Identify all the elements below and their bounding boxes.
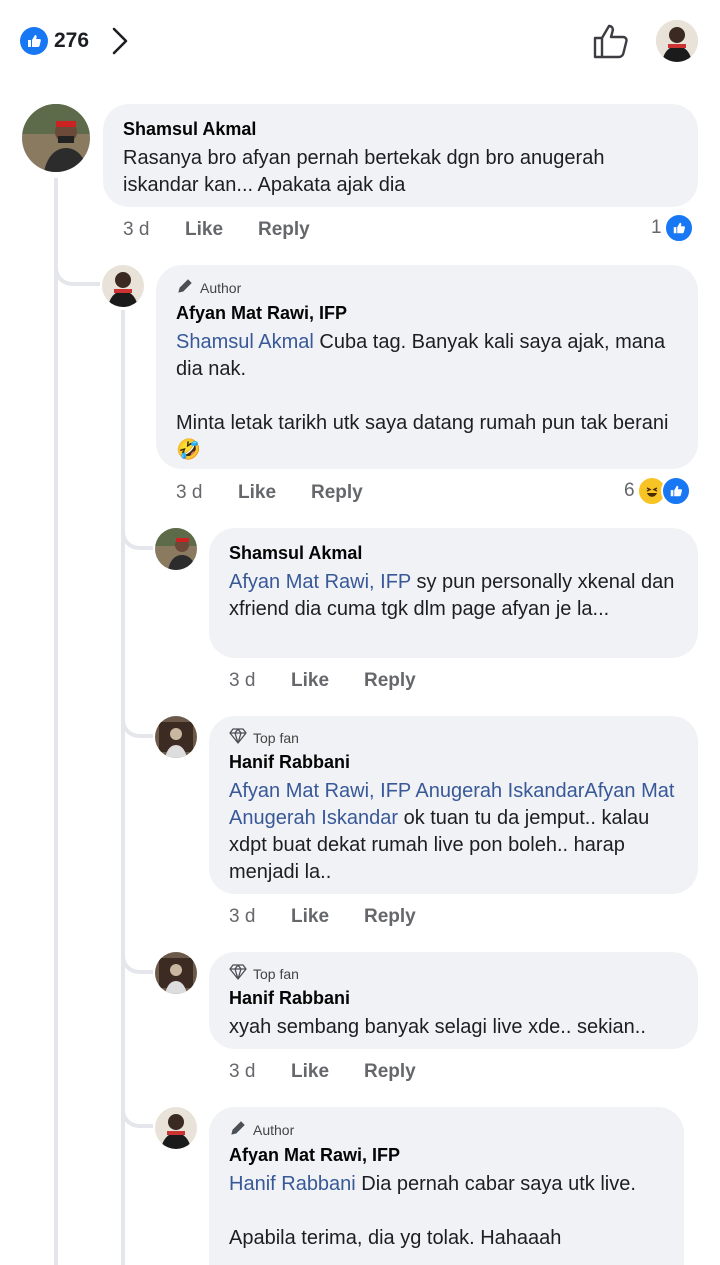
pencil-icon [229, 1119, 247, 1141]
badge-label: Author [200, 280, 242, 296]
chevron-right-icon[interactable] [110, 26, 130, 61]
reply-button[interactable]: Reply [311, 482, 363, 504]
comment-actions: 3 d Like Reply [123, 219, 310, 241]
user-avatar[interactable] [656, 20, 698, 62]
comment-bubble: Top fan Hanif Rabbani xyah sembang banya… [209, 952, 698, 1049]
comment-reactions[interactable]: 6 [624, 476, 691, 506]
commenter-name[interactable]: Hanif Rabbani [229, 751, 678, 773]
badge-label: Top fan [253, 966, 299, 982]
comment-actions: 3 d Like Reply [229, 670, 416, 692]
commenter-avatar[interactable] [155, 1107, 197, 1149]
thumbs-up-icon[interactable] [592, 22, 630, 65]
comment-bubble: Author Afyan Mat Rawi, IFP Hanif Rabbani… [209, 1107, 684, 1265]
badge-label: Author [253, 1122, 295, 1138]
tagged-user[interactable]: Shamsul Akmal [176, 331, 314, 353]
like-button[interactable]: Like [291, 906, 364, 928]
pencil-icon [176, 277, 194, 299]
comment-actions: 3 d Like Reply [229, 1061, 416, 1083]
reactions-header: 276 [0, 0, 720, 84]
commenter-avatar[interactable] [155, 716, 197, 758]
like-button[interactable]: Like [238, 482, 311, 504]
comment-time[interactable]: 3 d [123, 219, 185, 241]
comment-bubble: Shamsul Akmal Afyan Mat Rawi, IFP sy pun… [209, 528, 698, 658]
author-badge: Author [176, 277, 678, 299]
reply-button[interactable]: Reply [364, 670, 416, 692]
thread-line [54, 178, 58, 1265]
commenter-name[interactable]: Hanif Rabbani [229, 987, 678, 1009]
tagged-user[interactable]: Afyan Mat Rawi, IFP [229, 571, 411, 593]
badge-label: Top fan [253, 730, 299, 746]
comment-time[interactable]: 3 d [176, 482, 238, 504]
comment-text: Shamsul Akmal Cuba tag. Banyak kali saya… [176, 331, 669, 461]
thread-branch [54, 250, 100, 286]
reaction-count[interactable]: 276 [54, 29, 89, 53]
top-fan-badge: Top fan [229, 964, 678, 984]
top-fan-badge: Top fan [229, 728, 678, 748]
thread-branch [121, 700, 153, 738]
comment-text: Hanif Rabbani Dia pernah cabar saya utk … [229, 1173, 636, 1249]
comment-text: Afyan Mat Rawi, IFP Anugerah IskandarAfy… [229, 780, 679, 883]
commenter-name[interactable]: Afyan Mat Rawi, IFP [176, 302, 678, 324]
comment-text: xyah sembang banyak selagi live xde.. se… [229, 1016, 646, 1038]
like-reaction-icon [20, 27, 48, 55]
comment-bubble: Author Afyan Mat Rawi, IFP Shamsul Akmal… [156, 265, 698, 469]
reply-button[interactable]: Reply [258, 219, 310, 241]
comment-time[interactable]: 3 d [229, 1061, 291, 1083]
rofl-emoji-icon: 🤣 [176, 439, 201, 461]
thread-branch [121, 512, 153, 550]
comment-reactions[interactable]: 1 [651, 213, 694, 243]
reaction-count: 1 [651, 217, 662, 238]
like-button[interactable]: Like [291, 1061, 364, 1083]
comment-actions: 3 d Like Reply [229, 906, 416, 928]
tagged-user[interactable]: Hanif Rabbani [229, 1173, 356, 1195]
reaction-count: 6 [624, 480, 635, 501]
thread-branch [121, 936, 153, 974]
comment-bubble: Shamsul Akmal Rasanya bro afyan pernah b… [103, 104, 698, 207]
commenter-avatar[interactable] [102, 265, 144, 307]
comment-text: Afyan Mat Rawi, IFP sy pun personally xk… [229, 571, 680, 620]
comment-actions: 3 d Like Reply [176, 482, 363, 504]
reply-button[interactable]: Reply [364, 1061, 416, 1083]
reply-button[interactable]: Reply [364, 906, 416, 928]
thread-branch [121, 1090, 153, 1128]
like-reaction-icon [663, 213, 694, 243]
diamond-icon [229, 728, 247, 748]
comment-time[interactable]: 3 d [229, 906, 291, 928]
commenter-name[interactable]: Afyan Mat Rawi, IFP [229, 1144, 664, 1166]
like-reaction-icon [660, 476, 691, 506]
diamond-icon [229, 964, 247, 984]
commenter-name[interactable]: Shamsul Akmal [123, 118, 678, 140]
comment-time[interactable]: 3 d [229, 670, 291, 692]
comment-text: Rasanya bro afyan pernah bertekak dgn br… [123, 147, 611, 196]
like-button[interactable]: Like [185, 219, 258, 241]
commenter-avatar[interactable] [155, 952, 197, 994]
commenter-avatar[interactable] [22, 104, 90, 172]
commenter-avatar[interactable] [155, 528, 197, 570]
like-button[interactable]: Like [291, 670, 364, 692]
comment-bubble: Top fan Hanif Rabbani Afyan Mat Rawi, IF… [209, 716, 698, 894]
author-badge: Author [229, 1119, 664, 1141]
commenter-name[interactable]: Shamsul Akmal [229, 542, 678, 564]
